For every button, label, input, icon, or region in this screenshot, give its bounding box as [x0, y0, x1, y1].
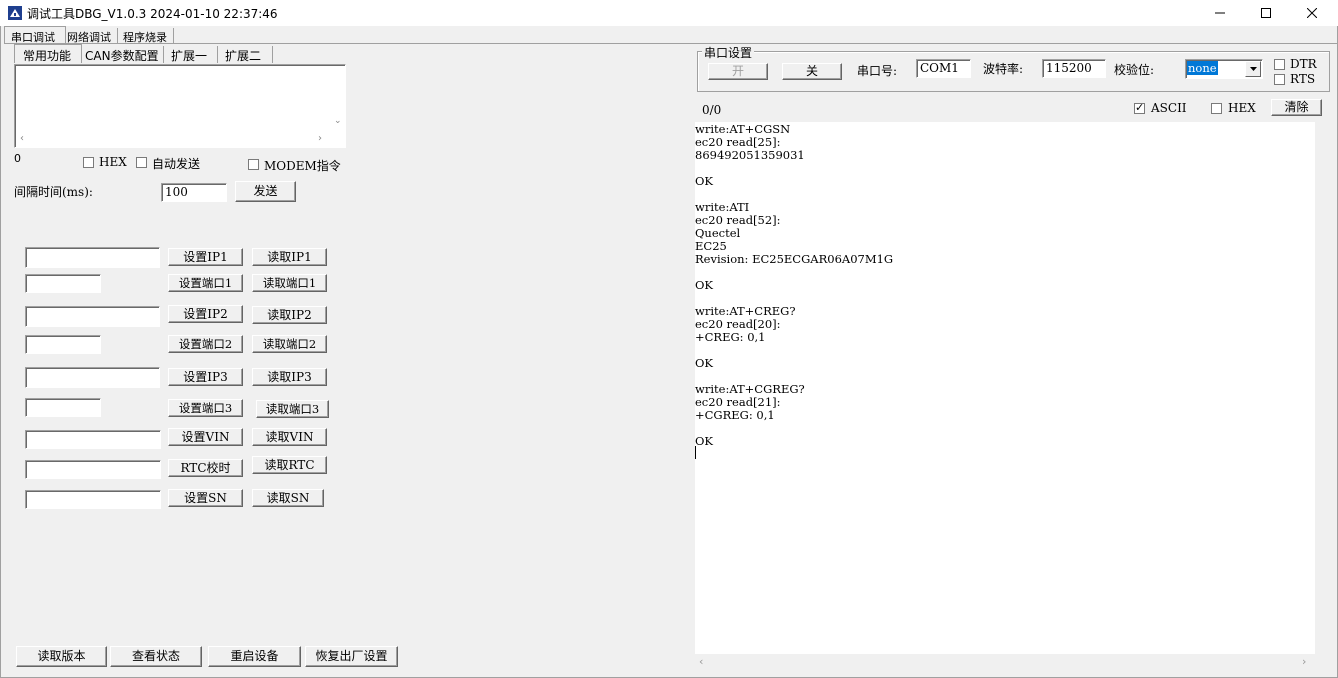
tab-extension-two[interactable]: 扩展二: [218, 46, 273, 63]
chevron-down-icon: ⌄: [334, 116, 342, 126]
clear-button[interactable]: 清除: [1271, 99, 1322, 116]
ip3-input[interactable]: [25, 367, 160, 388]
get-rtc-button[interactable]: 读取RTC: [252, 456, 327, 474]
sn-input[interactable]: [25, 490, 161, 509]
hex-receive-checkbox[interactable]: [1211, 103, 1222, 114]
close-icon: [1306, 7, 1318, 19]
rtc-sync-button[interactable]: RTC校时: [168, 459, 243, 477]
parity-dropdown-button[interactable]: [1245, 61, 1261, 77]
close-port-button[interactable]: 关: [782, 63, 842, 80]
hex-send-label: HEX: [99, 155, 127, 169]
set-ip3-button[interactable]: 设置IP3: [168, 368, 243, 386]
factory-reset-button[interactable]: 恢复出厂设置: [305, 646, 398, 667]
tab-strip-line: [4, 43, 1338, 44]
ip2-input[interactable]: [25, 306, 160, 327]
get-ip2-button[interactable]: 读取IP2: [252, 306, 327, 324]
hex-send-checkbox[interactable]: [83, 157, 94, 168]
parity-label: 校验位:: [1114, 63, 1155, 77]
auto-send-checkbox[interactable]: [136, 157, 147, 168]
get-ip3-button[interactable]: 读取IP3: [252, 368, 327, 386]
baud-label: 波特率:: [983, 62, 1024, 76]
set-ip2-button[interactable]: 设置IP2: [168, 305, 243, 323]
parity-select[interactable]: none: [1185, 59, 1263, 79]
set-ip1-button[interactable]: 设置IP1: [168, 248, 243, 266]
send-vscroll[interactable]: ⌄: [331, 66, 345, 133]
interval-label: 间隔时间(ms):: [14, 185, 93, 199]
auto-send-label: 自动发送: [152, 157, 201, 171]
rx-tx-counter: 0/0: [702, 103, 722, 117]
text-caret: [695, 446, 696, 459]
tab-firmware-flash[interactable]: 程序烧录: [118, 28, 174, 44]
app-icon: [8, 6, 22, 20]
get-port2-button[interactable]: 读取端口2: [252, 335, 327, 353]
get-port3-button[interactable]: 读取端口3: [256, 400, 329, 418]
set-port2-button[interactable]: 设置端口2: [168, 335, 243, 353]
chevron-right-icon: ›: [318, 133, 322, 144]
rts-checkbox[interactable]: [1274, 74, 1285, 85]
tab-can-config-label: CAN参数配置: [85, 49, 159, 63]
parity-selected-value: none: [1187, 61, 1218, 75]
get-vin-button[interactable]: 读取VIN: [252, 428, 327, 446]
serial-settings-title: 串口设置: [702, 44, 755, 61]
port2-input[interactable]: [25, 335, 101, 354]
send-count: 0: [14, 152, 21, 165]
get-port1-button[interactable]: 读取端口1: [252, 274, 327, 292]
receive-log-hscroll[interactable]: ‹ ›: [695, 654, 1315, 670]
tab-extension-one-label: 扩展一: [171, 49, 208, 63]
receive-log-vscroll[interactable]: [1315, 122, 1329, 654]
restart-device-button[interactable]: 重启设备: [208, 646, 301, 667]
modem-checkbox[interactable]: [248, 159, 259, 170]
port-input[interactable]: COM1: [916, 59, 971, 78]
tab-extension-one[interactable]: 扩展一: [164, 46, 218, 63]
port3-input[interactable]: [25, 398, 101, 417]
port-label: 串口号:: [857, 64, 898, 78]
tab-can-config[interactable]: CAN参数配置: [82, 46, 164, 63]
maximize-icon: [1261, 8, 1271, 18]
baud-input[interactable]: 115200: [1042, 59, 1106, 78]
ascii-checkbox[interactable]: [1134, 101, 1145, 114]
triangle-down-icon: [1250, 67, 1257, 71]
view-status-button[interactable]: 查看状态: [110, 646, 202, 667]
hex-receive-label: HEX: [1228, 101, 1256, 115]
tab-serial-debug[interactable]: 串口调试: [4, 26, 66, 44]
rtc-input[interactable]: [25, 460, 161, 479]
dtr-label: DTR: [1290, 57, 1317, 71]
title-bar: 调试工具DBG_V1.0.3 2024-01-10 22:37:46: [0, 0, 1338, 26]
send-hscroll[interactable]: ‹ ›: [16, 133, 331, 147]
dtr-checkbox[interactable]: [1274, 59, 1285, 70]
rts-label: RTS: [1290, 72, 1316, 86]
minimize-icon: [1215, 12, 1225, 14]
send-textarea[interactable]: ⌄ ‹ ›: [14, 64, 346, 148]
port1-input[interactable]: [25, 274, 101, 293]
tab-extension-two-label: 扩展二: [225, 49, 262, 63]
chevron-left-icon: ‹: [20, 133, 24, 144]
close-window-button[interactable]: [1289, 0, 1335, 26]
set-vin-button[interactable]: 设置VIN: [168, 428, 243, 446]
set-port3-button[interactable]: 设置端口3: [168, 399, 243, 417]
tab-network-debug[interactable]: 网络调试: [66, 28, 118, 44]
tab-common-functions[interactable]: 常用功能: [14, 44, 82, 63]
receive-log[interactable]: write:AT+CGSN ec20 read[25]: 86949205135…: [695, 122, 1315, 654]
modem-label: MODEM指令: [264, 159, 341, 173]
maximize-button[interactable]: [1243, 0, 1289, 26]
chevron-right-icon: ›: [1302, 655, 1307, 668]
ip1-input[interactable]: [25, 247, 160, 268]
get-sn-button[interactable]: 读取SN: [252, 489, 324, 507]
chevron-left-icon: ‹: [699, 655, 704, 668]
interval-input[interactable]: 100: [161, 183, 227, 202]
send-button[interactable]: 发送: [235, 181, 296, 202]
get-ip1-button[interactable]: 读取IP1: [252, 248, 327, 266]
tab-common-functions-label: 常用功能: [23, 49, 72, 63]
open-port-button[interactable]: 开: [708, 63, 768, 80]
read-version-button[interactable]: 读取版本: [16, 646, 107, 667]
ascii-label: ASCII: [1151, 101, 1187, 115]
receive-log-text: write:AT+CGSN ec20 read[25]: 86949205135…: [695, 122, 894, 448]
vin-input[interactable]: [25, 430, 161, 449]
minimize-button[interactable]: [1197, 0, 1243, 26]
window-title: 调试工具DBG_V1.0.3 2024-01-10 22:37:46: [27, 7, 278, 21]
set-port1-button[interactable]: 设置端口1: [168, 274, 243, 292]
set-sn-button[interactable]: 设置SN: [168, 489, 243, 507]
